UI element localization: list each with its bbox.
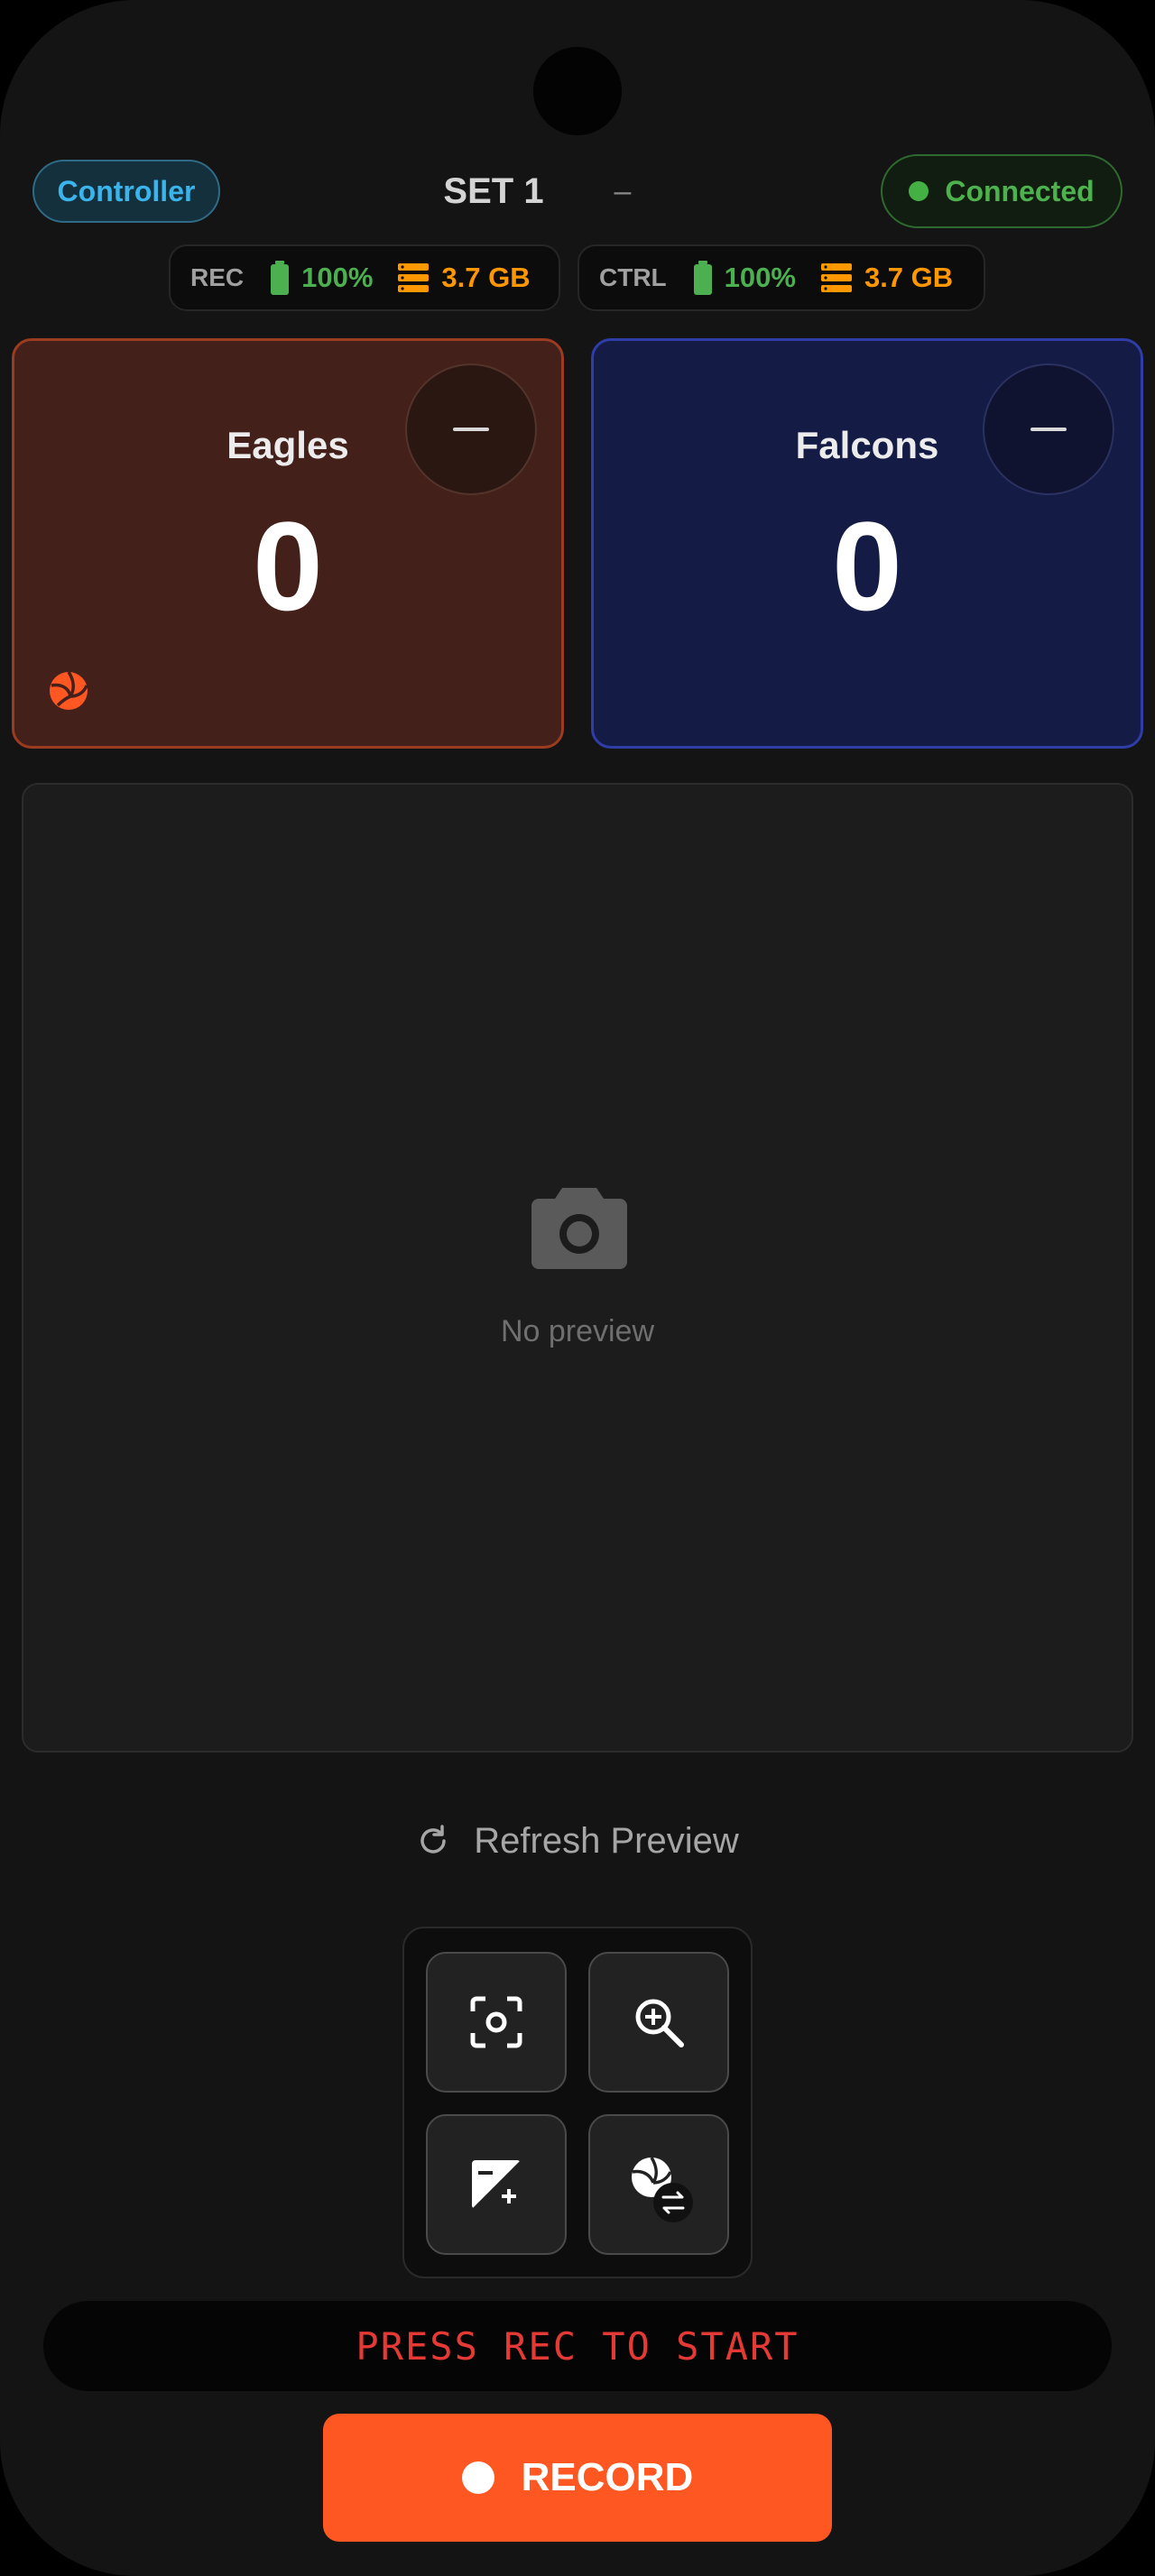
battery-icon xyxy=(693,261,712,295)
switch-serve-button[interactable] xyxy=(588,2114,729,2255)
camera-icon xyxy=(531,1188,627,1269)
rec-device-label: REC xyxy=(190,263,245,291)
refresh-icon xyxy=(420,1825,447,1854)
home-team-score: 0 xyxy=(253,495,323,637)
ctrl-battery-level: 100% xyxy=(724,262,796,293)
away-decrement-button[interactable] xyxy=(983,363,1114,495)
refresh-preview-label: Refresh Preview xyxy=(474,1820,739,1861)
away-team-card[interactable]: Falcons 0 xyxy=(591,338,1143,749)
refresh-preview-button[interactable]: Refresh Preview xyxy=(393,1809,762,1872)
rec-battery-level: 100% xyxy=(301,262,374,293)
storage-icon xyxy=(398,263,430,292)
connection-status-label: Connected xyxy=(945,174,1095,207)
exposure-button[interactable] xyxy=(426,2114,567,2255)
recording-status-message: PRESS REC TO START xyxy=(43,2301,1112,2391)
storage-icon xyxy=(820,263,852,292)
ctrl-storage-free: 3.7 GB xyxy=(864,262,954,293)
record-dot-icon xyxy=(461,2461,494,2494)
record-button[interactable]: RECORD xyxy=(323,2414,832,2542)
connection-status-chip[interactable]: Connected xyxy=(881,154,1123,228)
connection-dot-icon xyxy=(909,181,929,201)
set-score-dash: – xyxy=(614,173,632,208)
focus-icon xyxy=(470,1996,522,2048)
camera-cutout xyxy=(533,47,622,135)
away-team-score: 0 xyxy=(832,495,902,637)
camera-controls-panel xyxy=(402,1927,753,2278)
ctrl-device-status: CTRL 100% 3.7 GB xyxy=(578,244,985,311)
camera-preview: No preview xyxy=(22,783,1133,1753)
battery-icon xyxy=(271,261,290,295)
minus-icon xyxy=(1030,428,1067,431)
serving-volleyball-icon xyxy=(50,671,88,710)
record-button-label: RECORD xyxy=(521,2455,694,2499)
home-team-card[interactable]: Eagles 0 xyxy=(12,338,564,749)
zoom-in-icon xyxy=(635,1999,684,2047)
ctrl-device-label: CTRL xyxy=(599,263,667,291)
role-chip[interactable]: Controller xyxy=(32,160,220,223)
rec-storage-free: 3.7 GB xyxy=(441,262,531,293)
rec-device-status: REC 100% 3.7 GB xyxy=(169,244,560,311)
minus-icon xyxy=(453,428,489,431)
exposure-icon xyxy=(472,2160,521,2209)
no-preview-text: No preview xyxy=(500,1314,655,1348)
home-decrement-button[interactable] xyxy=(405,363,537,495)
focus-button[interactable] xyxy=(426,1952,567,2093)
set-label: SET 1 xyxy=(443,170,544,211)
swap-serve-icon xyxy=(632,2157,693,2222)
zoom-button[interactable] xyxy=(588,1952,729,2093)
app-screen: Controller SET 1 – Connected REC 100% 3.… xyxy=(0,0,1155,2576)
